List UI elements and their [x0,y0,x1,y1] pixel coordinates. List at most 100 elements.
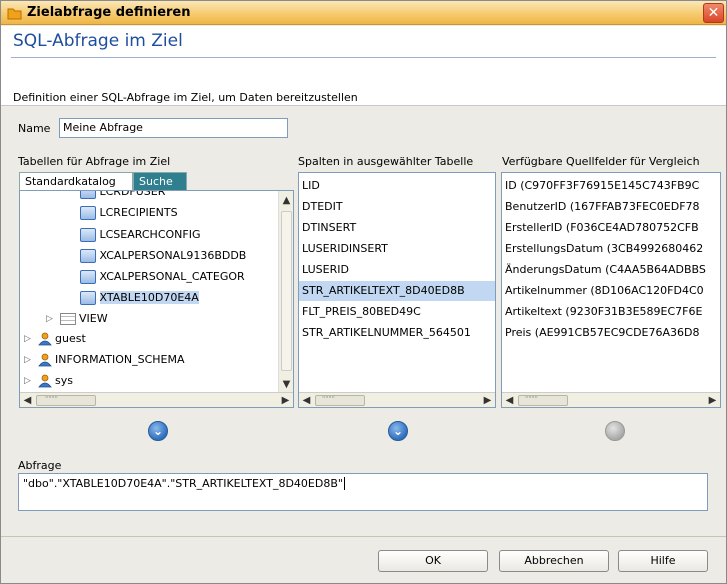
source-fields-label: Verfügbare Quellfelder für Vergleich [502,155,700,168]
scroll-thumb[interactable] [281,211,292,371]
query-label: Abfrage [18,459,62,472]
user-icon [37,332,52,346]
tab-suche[interactable]: Suche [133,172,187,190]
tree-item-label: XCALPERSONAL_CATEGOR [99,270,245,283]
tree-item-schema[interactable]: ▷ sys [24,374,73,394]
columns-list[interactable]: LID DTEDIT DTINSERT LUSERIDINSERT LUSERI… [298,172,496,408]
scroll-grip: """" [322,395,335,403]
scroll-left-icon[interactable]: ◀ [299,393,314,407]
tree-item-schema[interactable]: ▷ INFORMATION_SCHEMA [24,353,185,373]
list-item[interactable]: Artikelnummer (8D106AC120FD4C0 [502,281,720,301]
tree-item-table[interactable]: XCALPERSONAL_CATEGOR [80,270,245,290]
insert-table-button[interactable]: ⌄ [148,421,168,441]
help-button[interactable]: Hilfe [618,550,708,572]
columns-label: Spalten in ausgewählter Tabelle [298,155,474,168]
list-item[interactable]: BenutzerID (167FFAB73FEC0EDF78 [502,197,720,217]
tab-standardkatalog[interactable]: Standardkatalog [19,172,133,190]
scroll-right-icon[interactable]: ▶ [705,393,720,407]
vertical-scrollbar[interactable]: ▲ ▼ [278,191,293,393]
tree-item-label: VIEW [79,312,108,325]
scroll-grip: """" [45,395,58,403]
list-item[interactable]: FLT_PREIS_80BED49C [299,302,495,322]
user-icon [37,353,52,367]
close-button[interactable]: ✕ [703,3,724,23]
table-icon [80,206,96,220]
tree-item-table[interactable]: LCRECIPIENTS [80,206,178,226]
scroll-grip: """" [525,395,538,403]
tree-item-schema[interactable]: ▷ guest [24,332,86,352]
scroll-down-icon[interactable]: ▼ [279,377,293,392]
source-fields-list[interactable]: ID (C970FF3F76915E145C743FB9C BenutzerID… [501,172,721,408]
tree-item-view[interactable]: ▷ VIEW [46,312,108,332]
list-item[interactable]: ÄnderungsDatum (C4AA5B64ADBBS [502,260,720,280]
horizontal-scrollbar[interactable]: ◀ """" ▶ [299,392,495,407]
tree-item-label: LCRECIPIENTS [99,206,178,219]
query-textarea[interactable]: "dbo"."XTABLE10D70E4A"."STR_ARTIKELTEXT_… [18,473,708,511]
list-item[interactable]: Artikeltext (9230F31B3E589EC7F6E [502,302,720,322]
header-divider [11,57,716,58]
insert-column-button[interactable]: ⌄ [388,421,408,441]
tables-tree[interactable]: LCRDFUSER LCRECIPIENTS LCSEARCHCONFIG XC… [19,190,294,408]
name-input[interactable]: Meine Abfrage [59,118,288,138]
list-item[interactable]: LUSERIDINSERT [299,239,495,259]
table-icon [80,291,96,305]
scroll-up-icon[interactable]: ▲ [279,193,293,208]
title-bar[interactable]: Zielabfrage definieren ✕ [1,1,726,25]
horizontal-scrollbar[interactable]: ◀ """" ▶ [502,392,720,407]
scroll-left-icon[interactable]: ◀ [502,393,517,407]
name-label: Name [18,122,51,135]
expand-icon[interactable]: ▷ [24,376,34,386]
list-item[interactable]: ID (C970FF3F76915E145C743FB9C [502,176,720,196]
view-icon [59,313,76,325]
list-item-selected[interactable]: STR_ARTIKELTEXT_8D40ED8B [299,281,495,301]
list-item[interactable]: STR_ARTIKELNUMMER_564501 [299,323,495,343]
list-item[interactable]: DTINSERT [299,218,495,238]
tables-label: Tabellen für Abfrage im Ziel [18,155,171,168]
wizard-header: SQL-Abfrage im Ziel Definition einer SQL… [1,26,726,106]
expand-icon[interactable]: ▷ [24,355,34,365]
table-icon [80,249,96,263]
scroll-thumb[interactable]: """" [518,395,568,406]
user-icon [37,374,52,388]
scroll-right-icon[interactable]: ▶ [480,393,495,407]
scroll-thumb[interactable]: """" [315,395,365,406]
dialog-window: Zielabfrage definieren ✕ SQL-Abfrage im … [0,0,727,584]
close-icon: ✕ [707,5,720,21]
list-item[interactable]: DTEDIT [299,197,495,217]
scroll-left-icon[interactable]: ◀ [20,393,35,407]
tree-item-table[interactable]: LCRDFUSER [80,190,166,205]
tree-item-table-selected[interactable]: XTABLE10D70E4A [80,291,199,311]
tree-item-label: guest [55,332,86,345]
cancel-button[interactable]: Abbrechen [499,550,609,572]
list-item[interactable]: Preis (AE991CB57EC9CDE76A36D8 [502,323,720,343]
tree-item-table[interactable]: LCSEARCHCONFIG [80,228,200,248]
scroll-right-icon[interactable]: ▶ [278,393,293,407]
window-title: Zielabfrage definieren [27,5,191,20]
page-description: Definition einer SQL-Abfrage im Ziel, um… [13,91,358,104]
folder-icon [7,8,22,20]
query-text: "dbo"."XTABLE10D70E4A"."STR_ARTIKELTEXT_… [23,477,343,490]
tree-item-label: XCALPERSONAL9136BDDB [99,249,247,262]
scroll-thumb[interactable]: """" [36,395,96,406]
tree-item-table[interactable]: XCALPERSONAL9136BDDB [80,249,246,269]
expand-icon[interactable]: ▷ [24,334,34,344]
table-icon [80,270,96,284]
footer-divider [1,536,726,537]
arrow-down-icon: ⌄ [152,424,164,438]
ok-button[interactable]: OK [378,550,488,572]
list-item[interactable]: LUSERID [299,260,495,280]
expand-icon[interactable]: ▷ [46,314,56,324]
tree-item-label: XTABLE10D70E4A [99,291,199,304]
table-icon [80,191,96,199]
list-item[interactable]: LID [299,176,495,196]
list-item[interactable]: ErstellungsDatum (3CB4992680462 [502,239,720,259]
tree-item-label: INFORMATION_SCHEMA [55,353,185,366]
horizontal-scrollbar[interactable]: ◀ """" ▶ [20,392,293,407]
arrow-down-icon: ⌄ [392,424,404,438]
tree-item-label: LCSEARCHCONFIG [99,228,201,241]
table-icon [80,228,96,242]
text-cursor [343,477,345,490]
tree-item-label: LCRDFUSER [99,190,166,198]
list-item[interactable]: ErstellerID (F036CE4AD780752CFB [502,218,720,238]
insert-source-field-button[interactable] [605,421,625,441]
